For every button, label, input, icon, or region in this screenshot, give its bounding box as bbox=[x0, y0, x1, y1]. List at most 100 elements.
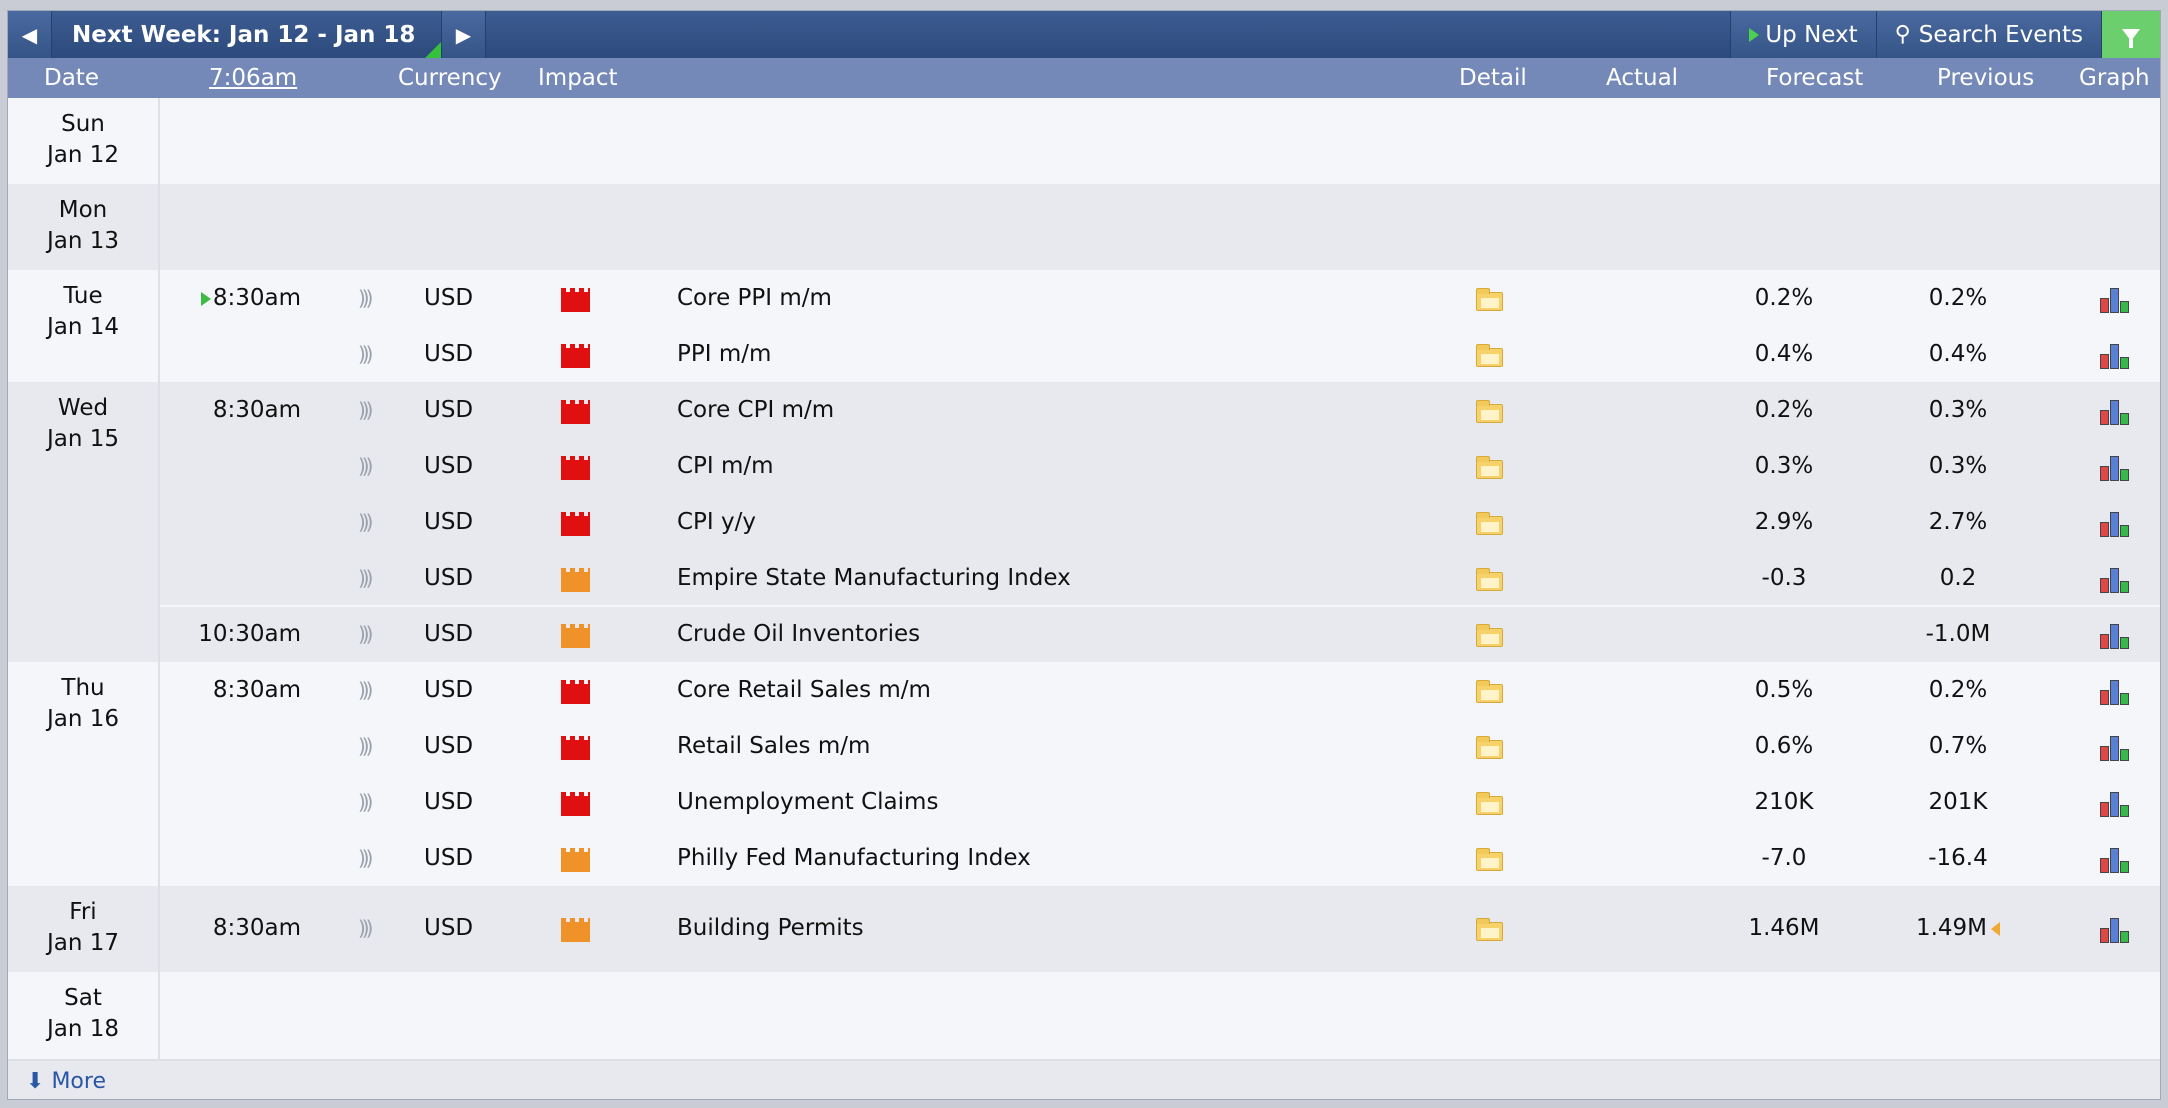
detail-folder-icon[interactable] bbox=[1476, 848, 1503, 871]
event-previous-text: 0.2 bbox=[1939, 565, 1977, 591]
sound-alert-icon[interactable]: ))) bbox=[358, 678, 374, 702]
event-name[interactable]: PPI m/m bbox=[677, 341, 771, 367]
detail-folder-icon[interactable] bbox=[1476, 568, 1503, 591]
graph-icon[interactable] bbox=[2100, 343, 2130, 369]
detail-folder-icon[interactable] bbox=[1476, 680, 1503, 703]
event-row[interactable]: ))) USD Retail Sales m/m 0.6% 0.7% bbox=[8, 728, 2160, 768]
play-icon bbox=[1749, 27, 1760, 42]
event-forecast: 0.2% bbox=[1754, 285, 1814, 311]
calendar-footer: ⬇ More bbox=[8, 1059, 2160, 1099]
high-impact-icon bbox=[561, 792, 590, 816]
graph-icon[interactable] bbox=[2100, 735, 2130, 761]
current-event-indicator-icon bbox=[200, 291, 211, 306]
event-row[interactable]: 8:30am))) USD Core Retail Sales m/m 0.5% 0.2… bbox=[8, 672, 2160, 712]
next-week-button[interactable]: ▶ bbox=[442, 11, 486, 58]
day-row-sun: Sun Jan 12 bbox=[8, 98, 2160, 184]
graph-icon[interactable] bbox=[2100, 455, 2130, 481]
sound-alert-icon[interactable]: ))) bbox=[358, 916, 374, 940]
event-forecast: 0.4% bbox=[1754, 341, 1814, 367]
graph-icon[interactable] bbox=[2100, 287, 2130, 313]
event-row[interactable]: ))) USD Philly Fed Manufacturing Index -7.0… bbox=[8, 840, 2160, 880]
event-name[interactable]: Core CPI m/m bbox=[677, 397, 834, 423]
event-row[interactable]: 8:30am))) USD Building Permits 1.46M 1.49M bbox=[8, 910, 2160, 950]
caret-left-icon: ◀ bbox=[21, 22, 38, 47]
more-label: More bbox=[51, 1069, 106, 1094]
detail-folder-icon[interactable] bbox=[1476, 456, 1503, 479]
event-currency: USD bbox=[424, 341, 474, 367]
event-previous: 0.7% bbox=[1888, 733, 2028, 759]
header-date: Date bbox=[44, 65, 99, 91]
detail-folder-icon[interactable] bbox=[1476, 512, 1503, 535]
event-row[interactable]: ))) USD Unemployment Claims 210K 201K bbox=[8, 784, 2160, 824]
event-name[interactable]: Unemployment Claims bbox=[677, 789, 938, 815]
day-name: Sun bbox=[61, 111, 105, 137]
day-date: Jan 12 bbox=[46, 142, 120, 168]
event-previous-text: 0.2% bbox=[1928, 677, 1988, 703]
event-row[interactable]: 8:30am))) USD Core CPI m/m 0.2% 0.3% bbox=[8, 392, 2160, 432]
event-currency: USD bbox=[424, 845, 474, 871]
detail-folder-icon[interactable] bbox=[1476, 400, 1503, 423]
event-name[interactable]: Empire State Manufacturing Index bbox=[677, 565, 1071, 591]
event-row[interactable]: 8:30am))) USD Core PPI m/m 0.2% 0.2% bbox=[8, 280, 2160, 320]
time-group-separator bbox=[160, 605, 2160, 607]
event-previous-text: 2.7% bbox=[1928, 509, 1988, 535]
sound-alert-icon[interactable]: ))) bbox=[358, 342, 374, 366]
detail-folder-icon[interactable] bbox=[1476, 792, 1503, 815]
sound-alert-icon[interactable]: ))) bbox=[358, 734, 374, 758]
week-range-label[interactable]: Next Week: Jan 12 - Jan 18 bbox=[52, 11, 442, 58]
event-previous: 1.49M bbox=[1888, 915, 2028, 941]
event-row[interactable]: ))) USD CPI y/y 2.9% 2.7% bbox=[8, 504, 2160, 544]
search-events-button[interactable]: ⚲ Search Events bbox=[1875, 11, 2101, 58]
event-row[interactable]: 10:30am))) USD Crude Oil Inventories -1.0M bbox=[8, 616, 2160, 656]
detail-folder-icon[interactable] bbox=[1476, 624, 1503, 647]
up-next-button[interactable]: Up Next bbox=[1730, 11, 1876, 58]
event-name[interactable]: Building Permits bbox=[677, 915, 864, 941]
graph-icon[interactable] bbox=[2100, 847, 2130, 873]
sound-alert-icon[interactable]: ))) bbox=[358, 622, 374, 646]
event-previous-text: 1.49M bbox=[1915, 915, 1988, 941]
more-link[interactable]: ⬇ More bbox=[26, 1069, 106, 1094]
detail-folder-icon[interactable] bbox=[1476, 288, 1503, 311]
header-time[interactable]: 7:06am bbox=[209, 65, 297, 91]
sound-alert-icon[interactable]: ))) bbox=[358, 566, 374, 590]
event-previous: -1.0M bbox=[1888, 621, 2028, 647]
event-name[interactable]: Crude Oil Inventories bbox=[677, 621, 920, 647]
search-icon: ⚲ bbox=[1894, 22, 1911, 47]
high-impact-icon bbox=[561, 456, 590, 480]
event-forecast: 0.2% bbox=[1754, 397, 1814, 423]
graph-icon[interactable] bbox=[2100, 679, 2130, 705]
sound-alert-icon[interactable]: ))) bbox=[358, 510, 374, 534]
header-impact: Impact bbox=[538, 65, 618, 91]
graph-icon[interactable] bbox=[2100, 623, 2130, 649]
event-name[interactable]: Core PPI m/m bbox=[677, 285, 832, 311]
up-next-label: Up Next bbox=[1765, 21, 1858, 48]
event-name[interactable]: CPI m/m bbox=[677, 453, 774, 479]
event-row[interactable]: ))) USD CPI m/m 0.3% 0.3% bbox=[8, 448, 2160, 488]
event-row[interactable]: ))) USD Empire State Manufacturing Index -0… bbox=[8, 560, 2160, 600]
week-range-text: Next Week: Jan 12 - Jan 18 bbox=[72, 21, 416, 48]
detail-folder-icon[interactable] bbox=[1476, 344, 1503, 367]
event-previous: 0.2% bbox=[1888, 285, 2028, 311]
event-name[interactable]: CPI y/y bbox=[677, 509, 756, 535]
event-currency: USD bbox=[424, 733, 474, 759]
detail-folder-icon[interactable] bbox=[1476, 736, 1503, 759]
graph-icon[interactable] bbox=[2100, 399, 2130, 425]
event-name[interactable]: Philly Fed Manufacturing Index bbox=[677, 845, 1031, 871]
sound-alert-icon[interactable]: ))) bbox=[358, 846, 374, 870]
sound-alert-icon[interactable]: ))) bbox=[358, 398, 374, 422]
event-name[interactable]: Retail Sales m/m bbox=[677, 733, 870, 759]
sound-alert-icon[interactable]: ))) bbox=[358, 454, 374, 478]
event-name[interactable]: Core Retail Sales m/m bbox=[677, 677, 931, 703]
graph-icon[interactable] bbox=[2100, 791, 2130, 817]
event-row[interactable]: ))) USD PPI m/m 0.4% 0.4% bbox=[8, 336, 2160, 376]
sound-alert-icon[interactable]: ))) bbox=[358, 790, 374, 814]
sound-alert-icon[interactable]: ))) bbox=[358, 286, 374, 310]
graph-icon[interactable] bbox=[2100, 567, 2130, 593]
prev-week-button[interactable]: ◀ bbox=[8, 11, 52, 58]
graph-icon[interactable] bbox=[2100, 511, 2130, 537]
filter-button[interactable] bbox=[2101, 11, 2160, 58]
high-impact-icon bbox=[561, 344, 590, 368]
event-previous-text: 0.2% bbox=[1928, 285, 1988, 311]
graph-icon[interactable] bbox=[2100, 917, 2130, 943]
detail-folder-icon[interactable] bbox=[1476, 918, 1503, 941]
